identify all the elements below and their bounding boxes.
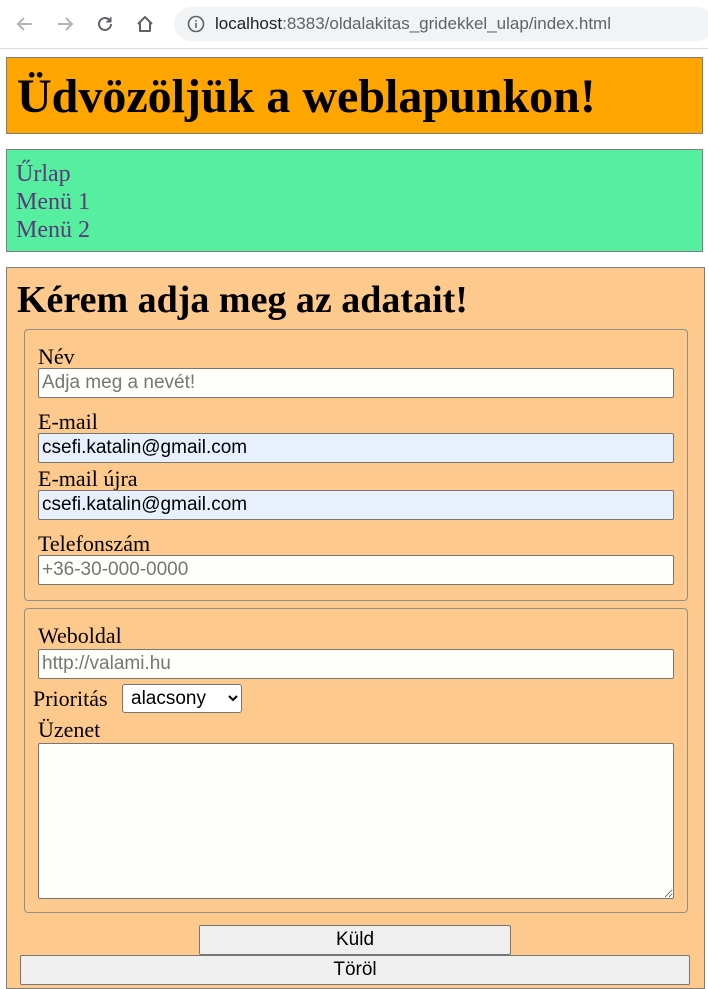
message-label: Üzenet [38,717,101,742]
nav-item-menu-2[interactable]: Menü 2 [7,216,702,244]
nav-menu: Űrlap Menü 1 Menü 2 [6,149,703,252]
contact-fieldset: Név E-mail E-mail újra Telefonszám [24,329,688,601]
priority-select[interactable]: alacsony [122,684,242,713]
url-path: :8383/oldalakitas_gridekkel_ulap/index.h… [282,14,611,33]
form-heading: Kérem adja meg az adatait! [17,279,468,321]
page-title: Üdvözöljük a weblapunkon! [17,70,596,123]
email-input[interactable] [38,433,674,463]
browser-toolbar: localhost:8383/oldalakitas_gridekkel_ula… [0,0,708,49]
phone-label: Telefonszám [38,531,151,556]
nav-item-urlap[interactable]: Űrlap [7,160,702,188]
reload-button[interactable] [90,9,120,39]
reload-icon [98,16,112,31]
main-content: Kérem adja meg az adatait! Név E-mail E-… [6,267,705,989]
name-label: Név [38,344,75,369]
arrow-right-icon [58,17,74,31]
priority-label: Prioritás [33,686,108,711]
send-button[interactable]: Küld [199,925,511,955]
name-input[interactable] [38,368,674,398]
website-label: Weboldal [38,623,122,648]
website-input[interactable] [38,649,674,679]
home-icon [137,16,153,32]
back-button[interactable] [10,9,40,39]
home-button[interactable] [130,9,160,39]
email-again-input[interactable] [38,490,674,520]
info-icon[interactable] [187,15,205,33]
arrow-left-icon [16,17,32,31]
nav-item-menu-1[interactable]: Menü 1 [7,188,702,216]
phone-input[interactable] [38,555,674,585]
page-header: Üdvözöljük a weblapunkon! [6,57,703,134]
forward-button[interactable] [50,9,80,39]
address-bar[interactable]: localhost:8383/oldalakitas_gridekkel_ula… [174,7,708,41]
message-textarea[interactable] [38,743,674,899]
email-label: E-mail [38,409,98,434]
url-host: localhost [215,14,283,33]
email-again-label: E-mail újra [38,466,138,491]
message-fieldset: Weboldal Prioritás alacsony Üzenet [24,608,688,913]
clear-button[interactable]: Töröl [20,955,690,985]
